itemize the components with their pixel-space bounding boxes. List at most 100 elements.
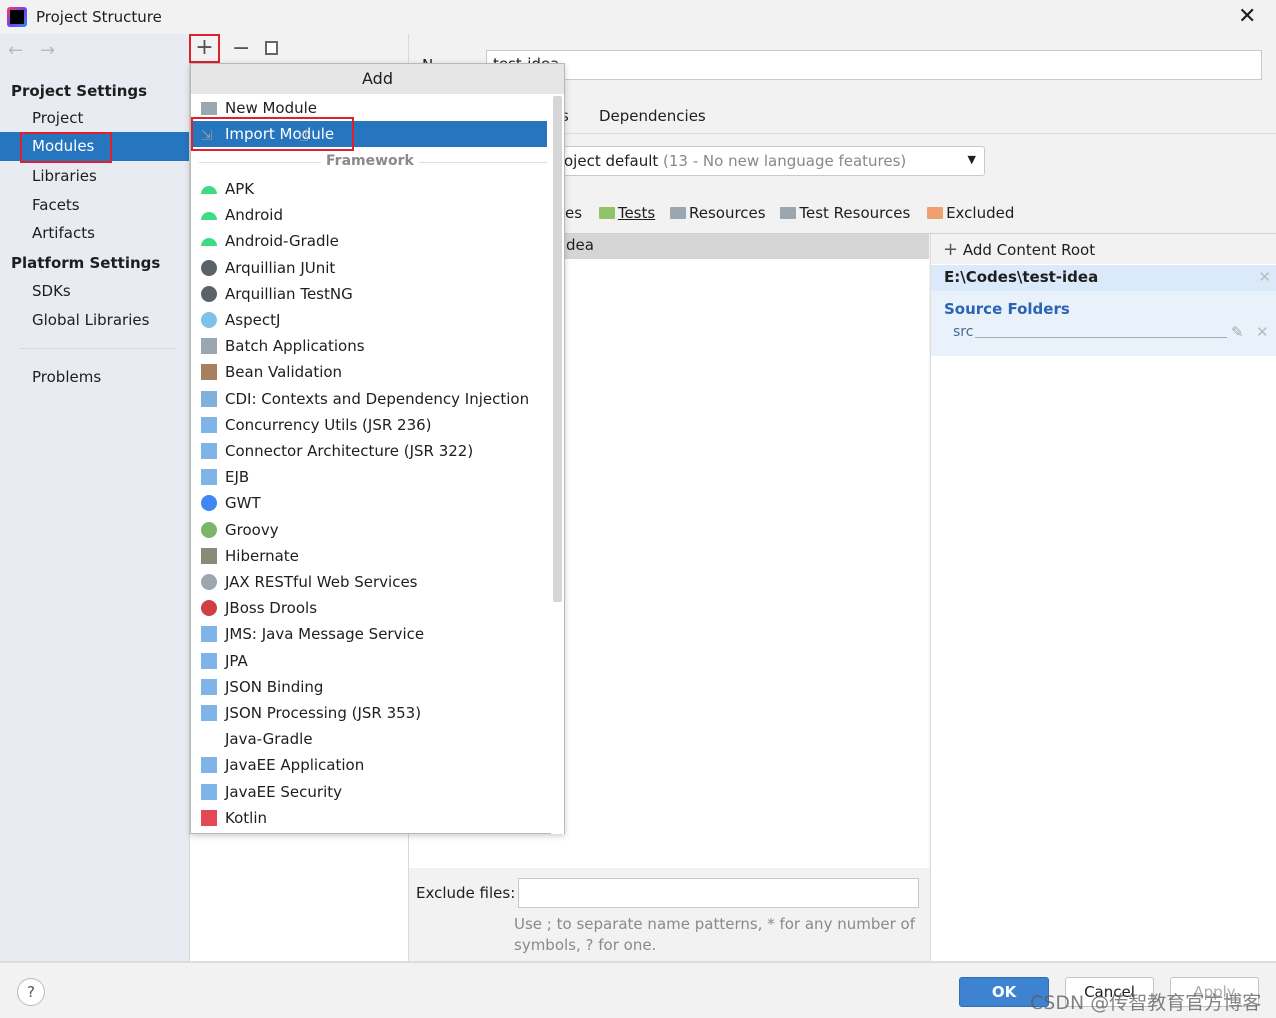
menu-item-framework[interactable]: Android-Gradle — [191, 228, 547, 254]
sidebar-item-sdks[interactable]: SDKs — [32, 282, 71, 300]
menu-item-label: Batch Applications — [225, 337, 365, 356]
close-icon[interactable]: ✕ — [1238, 4, 1256, 29]
source-folders-section: Source Folders src ✎ ✕ — [931, 291, 1276, 356]
menu-item-framework[interactable]: Concurrency Utils (JSR 236) — [191, 412, 547, 438]
remove-icon[interactable]: ✕ — [1258, 268, 1271, 286]
plus-icon: + — [943, 239, 959, 260]
mark-resources[interactable]: Resources — [689, 204, 766, 222]
arquillian-icon — [201, 259, 217, 276]
javaee-icon — [201, 626, 217, 643]
remove-minus-icon[interactable]: − — [232, 36, 250, 61]
content-root-path: E:\Codes\test-idea — [944, 268, 1099, 286]
tests-folder-icon — [598, 207, 615, 219]
mark-excluded[interactable]: Excluded — [946, 204, 1014, 222]
menu-item-framework[interactable]: JAX RESTful Web Services — [191, 569, 547, 595]
menu-item-label: Arquillian TestNG — [225, 284, 353, 303]
sidebar-item-modules-row[interactable]: Modules — [0, 132, 189, 163]
menu-item-framework[interactable]: JSON Processing (JSR 353) — [191, 700, 547, 726]
footer-bar: ? OK Cancel Apply CSDN @传智教育官方博客 — [0, 961, 1276, 1018]
sidebar-item-project[interactable]: Project — [32, 109, 83, 127]
menu-item-framework[interactable]: Batch Applications — [191, 333, 547, 359]
menu-item-label: Android — [225, 206, 283, 225]
sidebar: ← → Project Settings Project Modules Lib… — [0, 34, 189, 962]
menu-item-framework[interactable]: JMS: Java Message Service — [191, 621, 547, 647]
exclude-files-input[interactable] — [518, 878, 919, 908]
menu-item-framework[interactable]: JPA — [191, 648, 547, 674]
cdi-icon — [201, 390, 217, 407]
module-toolbar: + − — [189, 34, 408, 64]
tab-dependencies[interactable]: Dependencies — [599, 107, 706, 125]
menu-item-label: Android-Gradle — [225, 232, 339, 251]
source-folders-header: Source Folders — [944, 300, 1070, 318]
menu-item-framework[interactable]: Kotlin — [191, 805, 547, 831]
menu-item-label: Groovy — [225, 520, 279, 539]
menu-item-framework[interactable]: JavaEE Application — [191, 752, 547, 778]
intellij-logo-icon — [7, 7, 27, 27]
menu-item-framework[interactable]: Java-Gradle — [191, 726, 547, 752]
menu-item-label: GWT — [225, 494, 261, 513]
excluded-folder-icon — [927, 207, 944, 219]
chevron-down-icon: ▼ — [967, 153, 976, 166]
menu-item-label: Connector Architecture (JSR 322) — [225, 442, 474, 460]
add-plus-icon[interactable]: + — [189, 34, 220, 63]
menu-item-framework[interactable]: AspectJ — [191, 307, 547, 333]
menu-item-framework[interactable]: Groovy — [191, 517, 547, 543]
help-button[interactable]: ? — [17, 978, 45, 1006]
menu-item-label: New Module — [225, 99, 318, 117]
menu-item-label: JPA — [225, 651, 248, 670]
mark-tests[interactable]: Tests — [618, 204, 655, 222]
name-input[interactable]: test-idea — [486, 50, 1262, 80]
javaee-icon — [201, 678, 217, 695]
menu-item-framework[interactable]: Arquillian JUnit — [191, 255, 547, 281]
sidebar-item-libraries[interactable]: Libraries — [32, 167, 97, 185]
add-content-root-label: Add Content Root — [962, 241, 1096, 259]
add-content-root-button[interactable]: + Add Content Root — [943, 239, 1095, 260]
android-icon — [201, 212, 217, 221]
javaee-icon — [201, 416, 217, 433]
sidebar-item-artifacts[interactable]: Artifacts — [32, 224, 95, 242]
menu-item-label: JavaEE Security — [225, 782, 343, 801]
popup-scrollbar[interactable] — [551, 94, 564, 834]
menu-item-framework[interactable]: Android — [191, 202, 547, 228]
source-folder-src[interactable]: src — [953, 324, 973, 340]
sidebar-item-modules[interactable]: Modules — [32, 137, 94, 155]
mark-test-resources[interactable]: Test Resources — [799, 204, 910, 222]
javaee-app-icon — [201, 757, 217, 774]
test-resources-folder-icon — [780, 207, 797, 219]
menu-item-framework[interactable]: Arquillian TestNG — [191, 281, 547, 307]
menu-item-framework[interactable]: JavaEE Security — [191, 779, 547, 805]
menu-item-framework[interactable]: EJB — [191, 464, 547, 490]
menu-item-framework[interactable]: APK — [191, 176, 547, 202]
arquillian-icon — [201, 285, 217, 302]
sidebar-item-global-libraries[interactable]: Global Libraries — [32, 311, 149, 329]
title-bar: Project Structure ✕ — [0, 0, 1276, 34]
add-popup-menu: Add New Module ⇲ Import Module ☝ Framewo… — [190, 63, 565, 834]
sidebar-item-problems[interactable]: Problems — [32, 368, 101, 386]
menu-item-framework[interactable]: Hibernate — [191, 543, 547, 569]
copy-icon[interactable] — [265, 41, 278, 55]
sidebar-item-facets[interactable]: Facets — [32, 196, 80, 214]
scrollbar-thumb[interactable] — [553, 96, 562, 602]
menu-item-framework[interactable]: Bean Validation — [191, 359, 547, 385]
language-level-dropdown[interactable]: oject default (13 - No new language feat… — [559, 146, 985, 176]
menu-item-label: Bean Validation — [225, 363, 343, 382]
menu-item-framework[interactable]: GWT — [191, 490, 547, 516]
back-arrow-icon[interactable]: ← — [8, 40, 23, 61]
divider — [975, 337, 1227, 338]
menu-item-framework[interactable]: JSON Binding — [191, 674, 547, 700]
menu-item-label: EJB — [225, 468, 250, 487]
menu-item-label: APK — [225, 180, 255, 198]
menu-item-framework[interactable]: CDI: Contexts and Dependency Injection — [191, 386, 547, 412]
edit-pencil-icon[interactable]: ✎ — [1231, 323, 1244, 341]
forward-arrow-icon[interactable]: → — [40, 40, 55, 61]
android-icon — [201, 186, 217, 194]
menu-item-label: JMS: Java Message Service — [225, 625, 425, 644]
content-root-row[interactable]: E:\Codes\test-idea ✕ — [931, 265, 1276, 291]
menu-item-label: CDI: Contexts and Dependency Injection — [225, 389, 530, 408]
remove-icon[interactable]: ✕ — [1256, 323, 1269, 341]
mark-sources[interactable]: es — [565, 204, 582, 222]
bean-validation-icon — [201, 364, 217, 381]
framework-separator: Framework — [321, 153, 419, 169]
menu-item-framework[interactable]: Connector Architecture (JSR 322) — [191, 438, 547, 464]
menu-item-framework[interactable]: JBoss Drools — [191, 595, 547, 621]
